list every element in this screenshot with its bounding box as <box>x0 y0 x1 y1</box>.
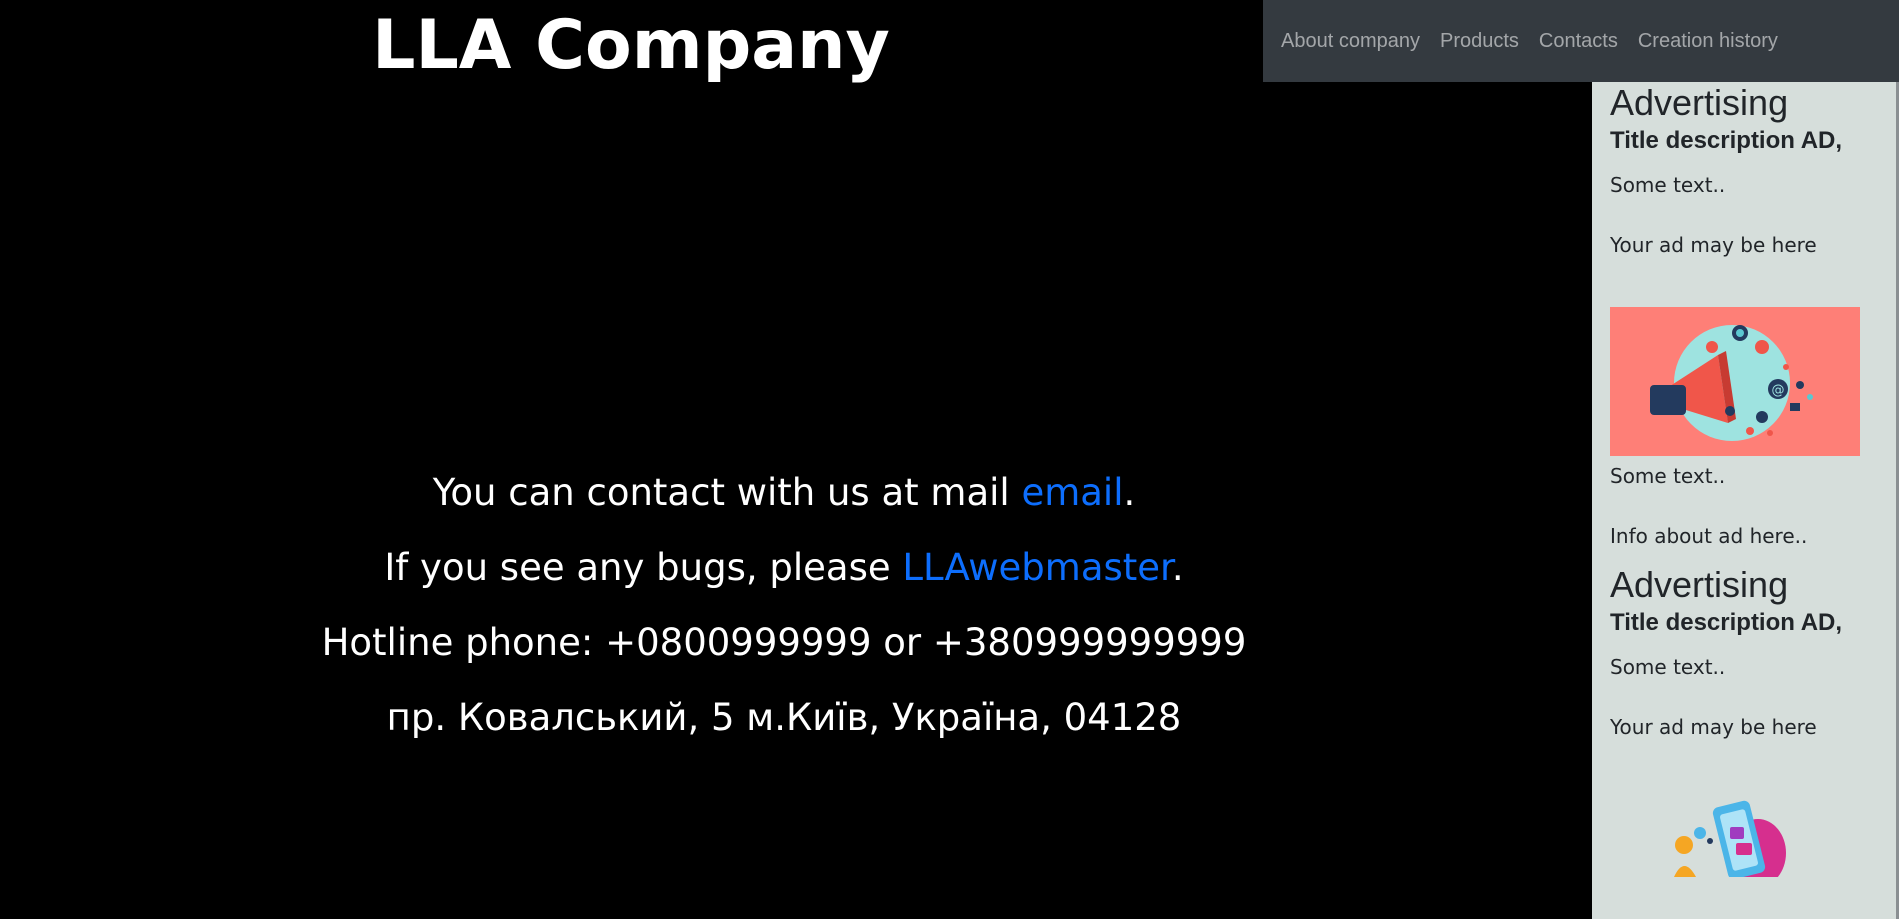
phone-social-icon <box>1674 800 1786 887</box>
ad-text: Some text.. <box>1610 655 1726 679</box>
ad-subtitle: Title description AD, <box>1610 127 1843 154</box>
top-navbar: About company Products Contacts Creation… <box>1263 0 1899 82</box>
ad-text: Your ad may be here <box>1610 715 1817 739</box>
nav-link-contacts[interactable]: Contacts <box>1529 30 1628 53</box>
contact-email-text: You can contact with us at mail <box>432 471 1022 514</box>
nav-link-creation-history[interactable]: Creation history <box>1628 30 1788 53</box>
contact-section: You can contact with us at mail email. I… <box>0 455 1568 755</box>
ad-sidebar: Advertising Title description AD, Some t… <box>1592 82 1897 919</box>
ad-heading: Advertising <box>1610 564 1789 605</box>
contact-bugs-suffix: . <box>1171 546 1184 589</box>
address: пр. Ковалський, 5 м.Київ, Україна, 04128 <box>386 696 1182 739</box>
ad-info: Info about ad here.. <box>1610 524 1808 548</box>
site-title: LLA Company <box>372 6 890 85</box>
megaphone-ad-image[interactable]: @ <box>1610 307 1860 456</box>
social-media-phone-image[interactable] <box>1670 797 1810 887</box>
megaphone-icon: @ <box>1650 325 1813 441</box>
email-link[interactable]: email <box>1021 471 1123 514</box>
nav-link-products[interactable]: Products <box>1430 30 1529 53</box>
ad-text: Your ad may be here <box>1610 233 1817 257</box>
contact-email-suffix: . <box>1123 471 1136 514</box>
ad-text: Some text.. <box>1610 173 1726 197</box>
webmaster-link[interactable]: LLAwebmaster <box>902 546 1171 589</box>
contact-email-line: You can contact with us at mail email. <box>0 455 1568 530</box>
nav-link-about-company[interactable]: About company <box>1271 30 1430 53</box>
svg-text:@: @ <box>1772 383 1785 398</box>
hotline-phone: Hotline phone: +0800999999 or +380999999… <box>321 621 1247 664</box>
ad-image-caption: Some text.. <box>1610 464 1726 488</box>
contact-bugs-line: If you see any bugs, please LLAwebmaster… <box>0 530 1568 605</box>
contact-bugs-text: If you see any bugs, please <box>384 546 903 589</box>
ad-heading: Advertising <box>1610 82 1789 123</box>
ad-subtitle: Title description AD, <box>1610 609 1843 636</box>
page: LLA Company About company Products Conta… <box>0 0 1899 919</box>
